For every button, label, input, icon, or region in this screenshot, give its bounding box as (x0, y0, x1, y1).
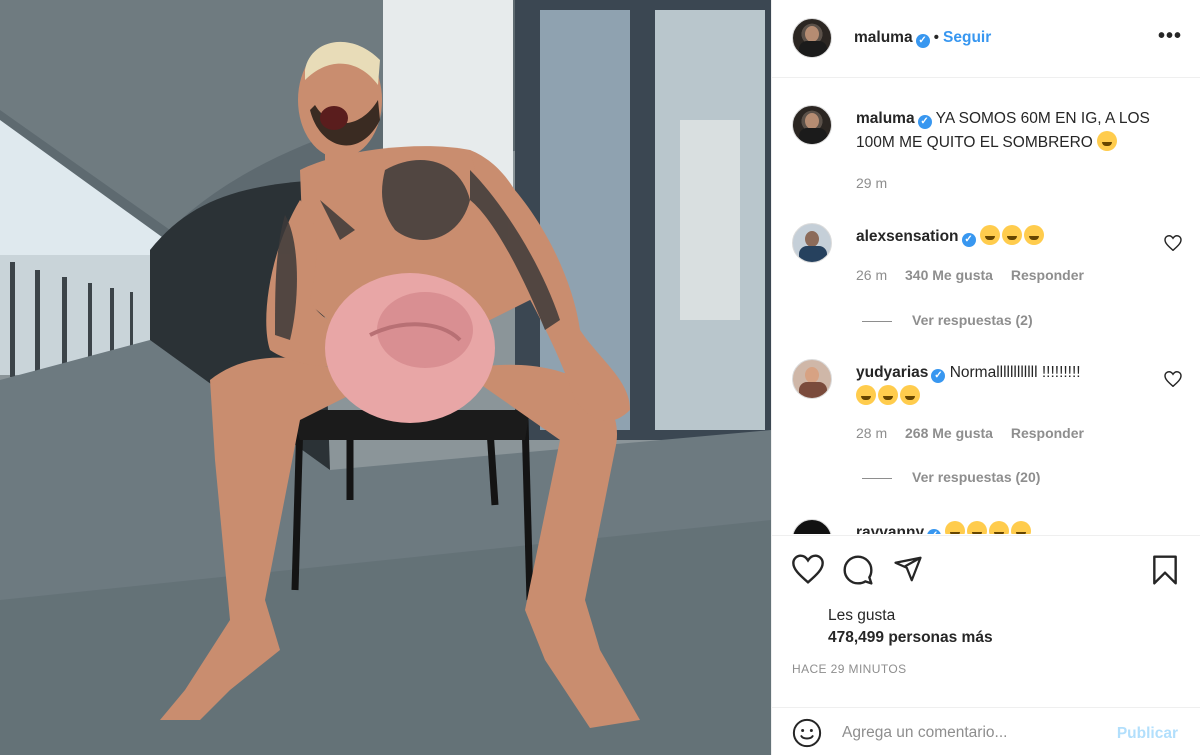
likes-summary[interactable]: Les gusta 478,499 personas más (828, 605, 993, 649)
verified-icon: ✓ (927, 529, 942, 534)
comment-username[interactable]: rayvanny (856, 524, 924, 534)
comment-text: rayvanny✓ (856, 521, 1166, 534)
more-icon[interactable]: ••• (1158, 26, 1182, 46)
avatar[interactable] (792, 105, 832, 145)
likes-count[interactable]: 478,499 personas más (828, 627, 993, 649)
avatar[interactable] (792, 519, 832, 534)
verified-icon: ✓ (915, 34, 930, 48)
comment-username[interactable]: yudyarias (856, 364, 928, 381)
verified-icon: ✓ (917, 115, 932, 129)
grinning-emoji-icon (878, 385, 898, 405)
heart-icon[interactable] (1164, 235, 1182, 251)
reply-button[interactable]: Responder (1011, 425, 1084, 441)
post-timestamp[interactable]: HACE 29 MINUTOS (792, 662, 906, 676)
comment-time[interactable]: 29 m (856, 175, 887, 191)
comment-likes[interactable]: 268 Me gusta (905, 425, 993, 441)
author-line: maluma ✓ • Seguir (854, 29, 991, 48)
reply-button[interactable]: Responder (1011, 267, 1084, 283)
comment-time[interactable]: 28 m (856, 425, 887, 441)
laughing-emoji-icon (1001, 225, 1022, 245)
grinning-emoji-icon (900, 385, 920, 405)
emoji-icon (967, 521, 988, 534)
replies-divider (862, 320, 892, 322)
post-header: maluma ✓ • Seguir ••• (772, 0, 1200, 78)
comment-icon[interactable] (842, 554, 874, 586)
action-bar (772, 535, 1200, 607)
comments-list[interactable]: maluma ✓ YA SOMOS 60M EN IG, A LOS 100M M… (772, 79, 1200, 534)
comment-input[interactable] (842, 721, 1102, 745)
avatar[interactable] (792, 223, 832, 263)
laughing-emoji-icon (1023, 225, 1044, 245)
grinning-emoji-icon (856, 385, 876, 405)
replies-divider (862, 477, 892, 479)
emoji-icon (989, 521, 1010, 534)
view-replies-button[interactable]: Ver respuestas (20) (862, 469, 1040, 485)
view-replies-label: Ver respuestas (20) (912, 469, 1041, 485)
comment-text: maluma ✓ YA SOMOS 60M EN IG, A LOS 100M M… (856, 107, 1166, 155)
comment-text: yudyarias ✓ Normallllllllllll !!!!!!!!! (856, 361, 1166, 409)
laughing-emoji-icon (979, 225, 1000, 245)
separator: • (933, 29, 940, 46)
comment-meta: 26 m 340 Me gusta Responder (856, 267, 1098, 283)
avatar[interactable] (792, 359, 832, 399)
author-avatar[interactable] (792, 18, 832, 58)
publish-button[interactable]: Publicar (1117, 725, 1178, 743)
likes-label: Les gusta (828, 607, 896, 624)
view-replies-button[interactable]: Ver respuestas (2) (862, 312, 1033, 328)
comment-composer: Publicar (772, 707, 1200, 755)
verified-icon: ✓ (931, 369, 946, 383)
heart-icon[interactable] (1164, 371, 1182, 387)
laughing-emoji-icon (1097, 131, 1118, 151)
share-icon[interactable] (892, 554, 924, 584)
comment-meta: 29 m (856, 175, 901, 191)
post-photo[interactable] (0, 0, 771, 755)
comment-text: alexsensation ✓ (856, 225, 1166, 249)
comment-time[interactable]: 26 m (856, 267, 887, 283)
comment-likes[interactable]: 340 Me gusta (905, 267, 993, 283)
comment-body: Normallllllllllll !!!!!!!!! (949, 364, 1081, 381)
bookmark-icon[interactable] (1150, 554, 1180, 586)
comment-username[interactable]: maluma (856, 110, 915, 127)
emoji-icon (945, 521, 966, 534)
post-sidebar: maluma ✓ • Seguir ••• maluma ✓ YA SOMOS 60M … (771, 0, 1200, 755)
comment-username[interactable]: alexsensation (856, 228, 959, 245)
follow-button[interactable]: Seguir (943, 29, 991, 46)
heart-icon[interactable] (792, 554, 824, 584)
comment-meta: 28 m 268 Me gusta Responder (856, 425, 1098, 441)
author-username[interactable]: maluma (854, 29, 913, 46)
photo-illustration (0, 0, 771, 755)
emoji-icon (1011, 521, 1032, 534)
verified-icon: ✓ (961, 233, 976, 247)
view-replies-label: Ver respuestas (2) (912, 312, 1033, 328)
emoji-icon[interactable] (792, 718, 822, 748)
